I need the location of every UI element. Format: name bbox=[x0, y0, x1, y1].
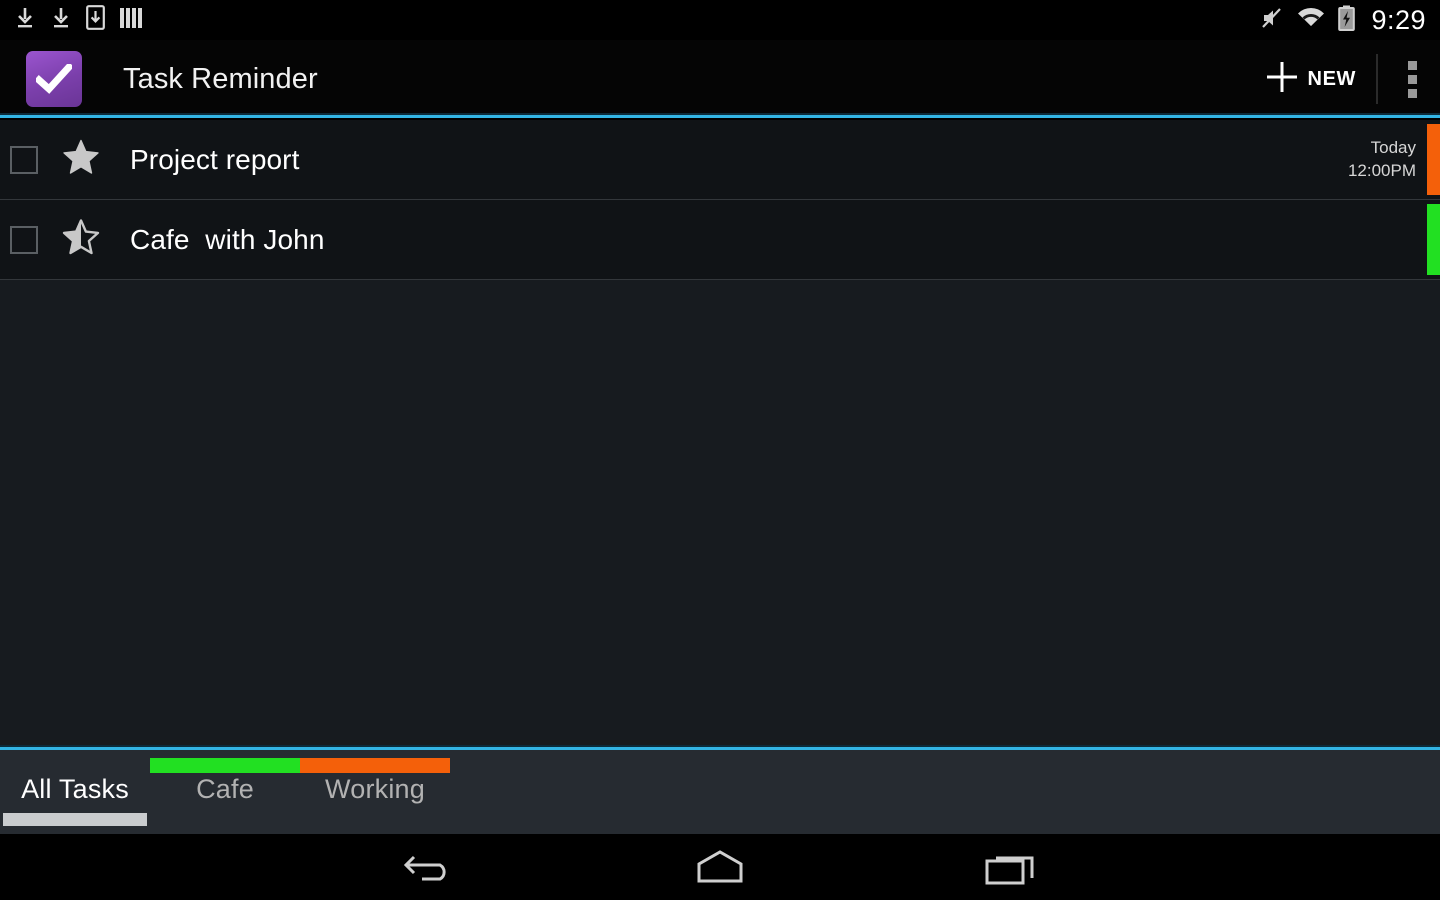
overflow-dot bbox=[1407, 88, 1417, 98]
action-bar-divider bbox=[1376, 54, 1378, 104]
task-title: Project report bbox=[130, 143, 300, 175]
overflow-dot bbox=[1407, 74, 1417, 84]
task-due: Today 12:00PM bbox=[1348, 137, 1416, 183]
task-checkbox[interactable] bbox=[10, 145, 38, 174]
page-title: Task Reminder bbox=[123, 62, 318, 95]
overflow-menu-icon[interactable] bbox=[1384, 40, 1440, 118]
tab-all-tasks[interactable]: All Tasks bbox=[0, 750, 150, 834]
task-due-day: Today bbox=[1370, 137, 1416, 157]
tab-bar: All Tasks Cafe Working bbox=[0, 750, 1440, 834]
action-bar-accent-divider bbox=[0, 113, 1440, 118]
task-list: Project report Today 12:00PM Cafe with J… bbox=[0, 120, 1440, 865]
equalizer-bars-icon bbox=[119, 6, 143, 35]
home-icon[interactable] bbox=[665, 834, 775, 900]
new-task-label: NEW bbox=[1307, 67, 1356, 90]
table-row[interactable]: Cafe with John bbox=[0, 200, 1440, 280]
app-icon bbox=[26, 51, 82, 107]
tab-cafe-label: Cafe bbox=[196, 773, 254, 804]
volume-muted-icon bbox=[1260, 6, 1284, 35]
status-bar-clock: 9:29 bbox=[1371, 4, 1426, 35]
battery-charging-icon bbox=[1338, 5, 1356, 36]
tab-working-label: Working bbox=[325, 773, 425, 804]
navigation-bar bbox=[0, 834, 1440, 900]
task-due-time: 12:00PM bbox=[1347, 160, 1416, 180]
checkmark-icon bbox=[36, 64, 72, 94]
tab-selected-indicator bbox=[3, 813, 147, 826]
star-icon[interactable] bbox=[62, 218, 100, 261]
new-task-button[interactable]: NEW bbox=[1254, 40, 1370, 118]
task-color-strip bbox=[1427, 124, 1440, 195]
wifi-icon bbox=[1296, 6, 1326, 34]
download-arrow-icon bbox=[50, 6, 72, 35]
tab-cafe[interactable]: Cafe bbox=[150, 750, 300, 834]
download-to-device-icon bbox=[86, 5, 105, 35]
android-screen: 9:29 Task Reminder NEW Project report To… bbox=[0, 0, 1440, 900]
overflow-dot bbox=[1407, 60, 1417, 70]
status-bar: 9:29 bbox=[0, 0, 1440, 40]
plus-icon bbox=[1264, 59, 1300, 100]
status-bar-notifications bbox=[14, 5, 143, 35]
tab-cafe-color-bar bbox=[150, 758, 300, 773]
action-bar: Task Reminder NEW bbox=[0, 40, 1440, 118]
back-icon[interactable] bbox=[375, 834, 485, 900]
task-title: Cafe with John bbox=[130, 223, 325, 255]
status-bar-system: 9:29 bbox=[1260, 5, 1426, 36]
recent-apps-icon[interactable] bbox=[955, 834, 1065, 900]
task-color-strip bbox=[1427, 204, 1440, 275]
star-icon[interactable] bbox=[62, 138, 100, 181]
tab-all-tasks-label: All Tasks bbox=[21, 773, 129, 804]
tab-working[interactable]: Working bbox=[300, 750, 450, 834]
task-checkbox[interactable] bbox=[10, 225, 38, 254]
table-row[interactable]: Project report Today 12:00PM bbox=[0, 120, 1440, 200]
download-arrow-icon bbox=[14, 6, 36, 35]
tab-working-color-bar bbox=[300, 758, 450, 773]
